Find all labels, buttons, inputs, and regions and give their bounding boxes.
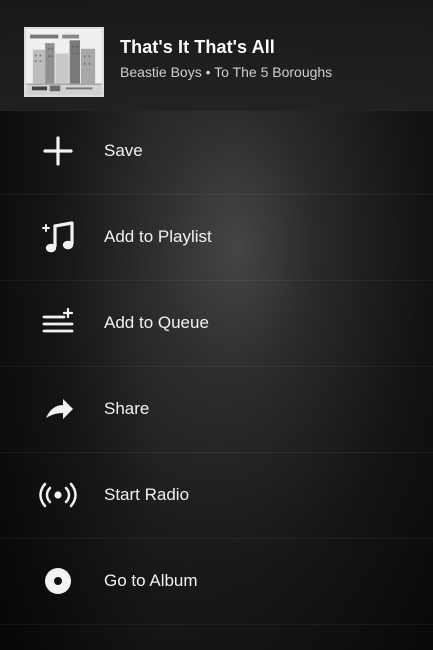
start-radio-menu-item[interactable]: Start Radio bbox=[0, 455, 433, 539]
plus-icon bbox=[38, 131, 78, 171]
add-to-playlist-menu-item[interactable]: Add to Playlist bbox=[0, 197, 433, 281]
track-options-screen: That's It That's All Beastie Boys • To T… bbox=[0, 0, 433, 650]
now-playing-header: That's It That's All Beastie Boys • To T… bbox=[0, 0, 433, 111]
start-radio-label: Start Radio bbox=[104, 485, 190, 504]
album-cover-city-skyline-icon bbox=[26, 29, 102, 95]
track-title: That's It That's All bbox=[120, 37, 275, 57]
album-art bbox=[24, 27, 104, 97]
queue-add-icon bbox=[38, 303, 78, 343]
playlist-add-icon bbox=[38, 217, 78, 257]
save-label: Save bbox=[104, 141, 143, 160]
add-to-queue-menu-item[interactable]: Add to Queue bbox=[0, 283, 433, 367]
track-subtitle: Beastie Boys • To The 5 Boroughs bbox=[120, 64, 333, 80]
share-arrow-icon bbox=[38, 389, 78, 429]
album-disc-icon bbox=[38, 561, 78, 601]
save-menu-item[interactable]: Save bbox=[0, 111, 433, 195]
share-label: Share bbox=[104, 399, 150, 418]
share-menu-item[interactable]: Share bbox=[0, 369, 433, 453]
radio-icon bbox=[38, 475, 78, 515]
go-to-album-label: Go to Album bbox=[104, 571, 198, 590]
go-to-album-menu-item[interactable]: Go to Album bbox=[0, 541, 433, 625]
add-to-queue-label: Add to Queue bbox=[104, 313, 209, 332]
add-to-playlist-label: Add to Playlist bbox=[104, 227, 212, 246]
